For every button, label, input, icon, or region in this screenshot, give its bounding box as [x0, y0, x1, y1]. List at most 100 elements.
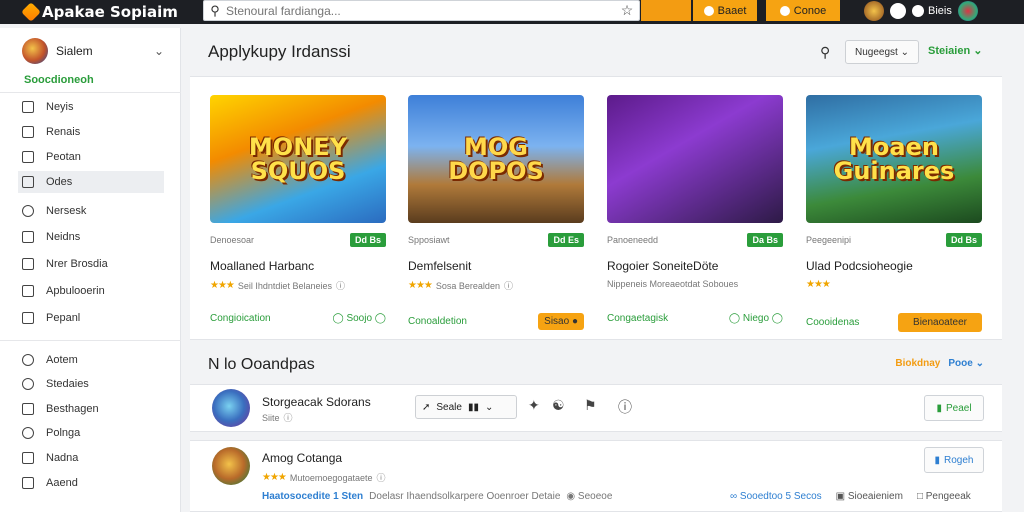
item-name[interactable]: Storgeacak Sdorans: [262, 395, 371, 409]
app-card[interactable]: Panoeneedd Da Bs Rogoier SoneiteDöte Nipp…: [607, 95, 783, 289]
card-action-link[interactable]: Congaetagisk: [607, 313, 668, 324]
search-input[interactable]: [226, 3, 615, 18]
favorite-star-icon[interactable]: ☆: [615, 2, 639, 19]
user-menu[interactable]: Bieis: [912, 5, 952, 17]
check-icon: [22, 285, 34, 297]
app-thumbnail[interactable]: MOG DOPOS: [408, 95, 584, 223]
game-avatar-icon[interactable]: [864, 1, 884, 21]
app-card[interactable]: MONEY SQUOS Denoesoar Dd Bs Moallaned Har…: [210, 95, 386, 292]
row-link[interactable]: ▣ Sioeaieniem: [836, 491, 903, 502]
card-icon: [22, 176, 34, 188]
sidebar-item-5[interactable]: Nersesk: [22, 200, 168, 222]
sidebar-item-13[interactable]: Polnga: [22, 422, 168, 444]
tools-dropdown[interactable]: ➚ Seale ▮▮ ⌄: [415, 395, 517, 419]
tag-icon: [22, 151, 34, 163]
info-icon[interactable]: [890, 3, 906, 19]
page-icon: [22, 312, 34, 324]
chevron-down-icon[interactable]: ⌄: [154, 44, 164, 58]
row-link[interactable]: ∞ Sooedtoo 5 Secos: [730, 491, 822, 502]
search-icon[interactable]: ⚲: [820, 44, 830, 61]
app-logo[interactable]: Apakae Sopiaim: [21, 2, 178, 22]
app-card[interactable]: MOG DOPOS Spposiawt Dd Es Demfelsenit ★★★…: [408, 95, 584, 292]
card-action-link[interactable]: Coooidenas: [806, 317, 859, 328]
top-button-2[interactable]: Baaet: [693, 0, 757, 21]
app-name[interactable]: Rogoier SoneiteDöte: [607, 259, 783, 273]
info-icon[interactable]: ⓘ: [284, 411, 293, 424]
tag-link[interactable]: Haatosocedite 1 Sten: [262, 491, 363, 502]
box-icon: [22, 231, 34, 243]
app-thumbnail[interactable]: Moaen Guinares: [806, 95, 982, 223]
sidebar-item-2[interactable]: Renais: [22, 121, 168, 143]
sidebar-item-1[interactable]: Neyis: [22, 96, 168, 118]
avatar: [212, 447, 250, 485]
tag-text: Doelasr Ihaendsolkarpere Ooenroer Detaie: [369, 491, 561, 502]
sidebar-item-9[interactable]: Pepanl: [22, 307, 168, 329]
sidebar-item-11[interactable]: Stedaies: [22, 373, 168, 395]
list-item[interactable]: Amog Cotanga ★★★ Mutoemoegogataete ⓘ ▮ Roge…: [190, 440, 1002, 512]
sidebar-item-10[interactable]: Aotem: [22, 349, 168, 371]
card-action-link[interactable]: Congioication: [210, 313, 271, 324]
page-title: Applykupy Irdanssi: [208, 42, 351, 61]
sidebar-item-6[interactable]: Neidns: [22, 226, 168, 248]
app-name[interactable]: Demfelsenit: [408, 259, 584, 273]
section-sort[interactable]: Pooe ⌄: [948, 358, 984, 369]
avatar: [22, 38, 48, 64]
app-name[interactable]: Ulad Podcsioheogie: [806, 259, 982, 273]
card-action-link[interactable]: ◯ Niego ◯: [729, 313, 783, 324]
top-button-2-icon: [703, 5, 714, 16]
app-thumbnail[interactable]: [607, 95, 783, 223]
section-filter[interactable]: Biokdnay: [895, 358, 940, 369]
card-actions: Congioication ◯ Soojo ◯: [210, 313, 386, 324]
sort-select[interactable]: Nugeegst ⌄: [845, 40, 919, 64]
sidebar-item-7[interactable]: Nrer Brosdia: [22, 253, 168, 275]
divider: [0, 340, 181, 341]
users-icon: [22, 354, 34, 366]
app-thumbnail[interactable]: MONEY SQUOS: [210, 95, 386, 223]
share-icon[interactable]: ☯: [552, 397, 565, 414]
card-action-button[interactable]: Bienaoateer: [898, 313, 982, 332]
filter-select[interactable]: Steiaien ⌄: [928, 44, 982, 57]
sidebar-item-4[interactable]: Odes: [18, 171, 164, 193]
row-action-button[interactable]: ▮ Rogeh: [924, 447, 984, 473]
flag-icon[interactable]: ⚑: [584, 397, 597, 414]
top-button-1[interactable]: [641, 0, 691, 21]
item-name[interactable]: Amog Cotanga: [262, 451, 342, 465]
sidebar-item-14[interactable]: Nadna: [22, 447, 168, 469]
bars-icon: ▮▮: [467, 401, 479, 413]
card-action-link[interactable]: ◯ Soojo ◯: [332, 313, 386, 324]
section-header: N lo Ooandpas Biokdnay Pooe ⌄: [190, 346, 1002, 382]
top-bar: Apakae Sopiaim ⚲ ☆ Baaet Conoe Bieis: [0, 0, 1024, 24]
info-icon[interactable]: ⓘ: [376, 471, 385, 484]
app-card[interactable]: Moaen Guinares Peegeenipi Dd Bs Ulad Podc…: [806, 95, 982, 290]
card-action-link[interactable]: Conoaldetion: [408, 316, 467, 327]
lock-icon: ▮: [934, 454, 941, 466]
top-button-3[interactable]: Conoe: [766, 0, 840, 21]
card-actions: Conoaldetion Sisao ●: [408, 313, 584, 330]
rating-stars: ★★★: [262, 472, 287, 483]
list-item[interactable]: Storgeacak Sdorans Siite ⓘ ➚ Seale ▮▮ ⌄ ✦…: [190, 384, 1002, 432]
sidebar-item-8[interactable]: Apbulooerin: [22, 280, 168, 302]
app-cards-panel: MONEY SQUOS Denoesoar Dd Bs Moallaned Har…: [190, 76, 1002, 340]
pin-icon[interactable]: ✦: [528, 397, 540, 414]
help-icon[interactable]: ⓘ: [618, 397, 632, 417]
info-icon[interactable]: ⓘ: [504, 279, 513, 292]
row-action-button[interactable]: ▮ Peael: [924, 395, 984, 421]
card-meta: Panoeneedd: [607, 235, 659, 245]
row-link[interactable]: □ Pengeeak: [917, 491, 971, 502]
arrow-icon: ➚: [422, 401, 431, 413]
app-name[interactable]: Moallaned Harbanc: [210, 259, 386, 273]
sidebar-user[interactable]: Sialem ⌄: [22, 38, 164, 64]
info-icon[interactable]: ⓘ: [336, 279, 345, 292]
profile-avatar[interactable]: [957, 1, 978, 21]
sidebar-item-12[interactable]: Besthagen: [22, 398, 168, 420]
main-header: Applykupy Irdanssi ⚲ Nugeegst ⌄ Steiaien…: [190, 28, 1002, 76]
globe-icon: [22, 378, 34, 390]
search-bar[interactable]: ⚲ ☆: [203, 0, 640, 21]
list-icon: [22, 126, 34, 138]
sidebar-item-15[interactable]: Aaend: [22, 472, 168, 494]
top-right-icons: Bieis: [864, 0, 978, 22]
card-action-button[interactable]: Sisao ●: [538, 313, 584, 330]
rating-stars: ★★★: [408, 280, 433, 291]
sidebar-item-3[interactable]: Peotan: [22, 146, 168, 168]
sidebar-status-label: Soocdioneoh: [24, 74, 94, 86]
